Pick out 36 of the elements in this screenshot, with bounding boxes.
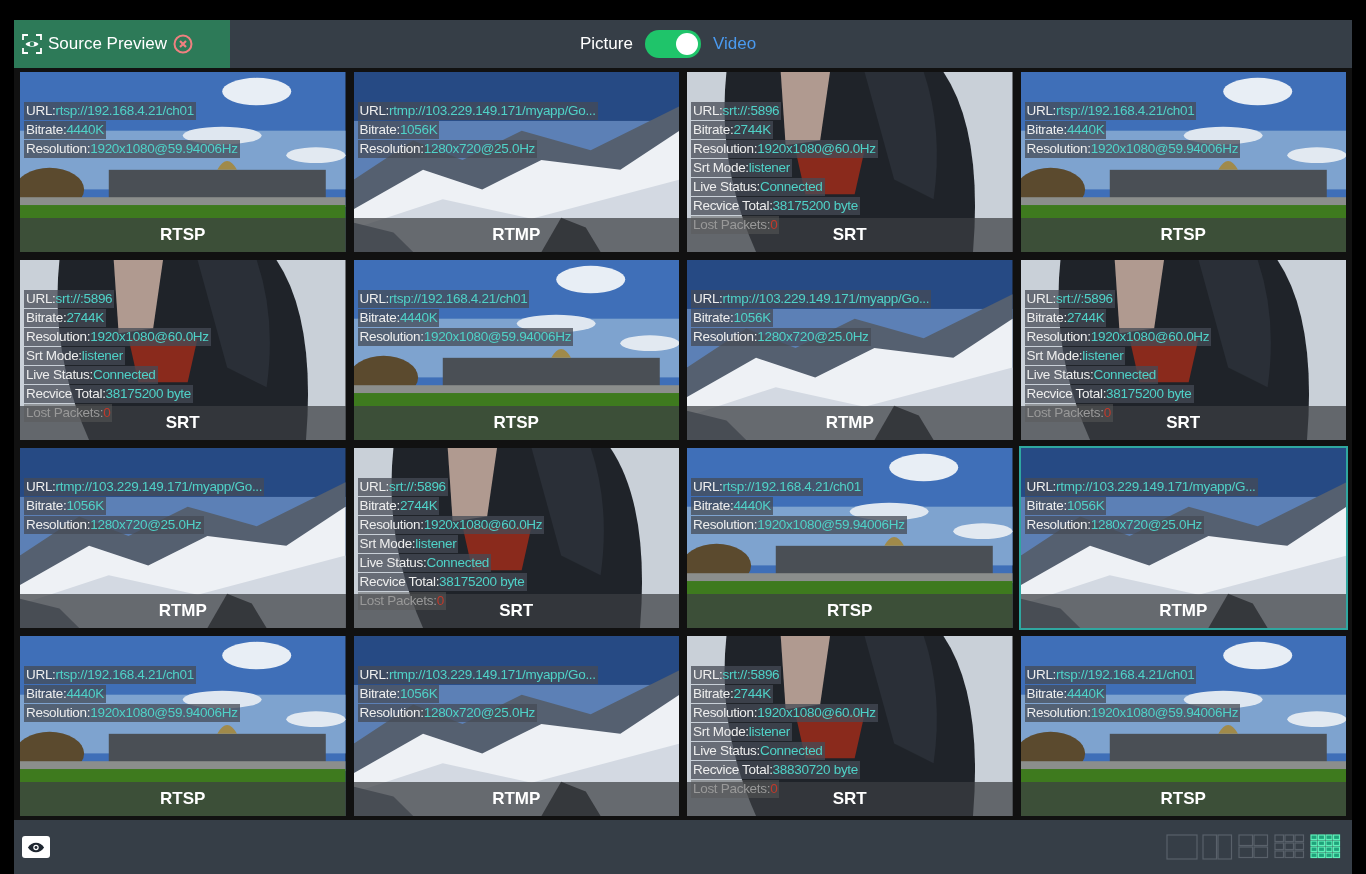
video-tile[interactable]: URL:rtsp://192.168.4.21/ch01 Bitrate:4440K Resolution:1920x1080@59.94006Hz RTSP: [1018, 634, 1348, 818]
mode-toggle[interactable]: [644, 30, 701, 58]
video-tile[interactable]: URL:rtmp://103.229.149.171/myapp/Go... Bitrate:1056K Resolution:1280x720@25.0Hz RTMP: [685, 258, 1015, 442]
source-type-label: RTSP: [1020, 782, 1346, 816]
source-type-label: RTMP: [1020, 594, 1346, 628]
source-type-label: RTMP: [687, 406, 1013, 440]
video-tile[interactable]: URL:rtsp://192.168.4.21/ch01 Bitrate:4440K Resolution:1920x1080@59.94006Hz RTSP: [685, 446, 1015, 630]
source-type-label: RTSP: [20, 218, 346, 252]
video-tile[interactable]: URL:rtmp://103.229.149.171/myapp/Go... Bitrate:1056K Resolution:1280x720@25.0Hz RTMP: [351, 634, 681, 818]
video-tile[interactable]: URL:srt://:5896 Bitrate:2744K Resolution:1920x1080@60.0Hz Srt Mode:listener Live Status:Connected Recvice Total:38175200 byte Lost Packets:0 SRT: [685, 70, 1015, 254]
video-tile[interactable]: URL:srt://:5896 Bitrate:2744K Resolution:1920x1080@60.0Hz Srt Mode:listener Live Status:Connected Recvice Total:38175200 byte Lost Packets:0 SRT: [351, 446, 681, 630]
picture-label: Picture: [580, 34, 633, 54]
source-type-label: RTSP: [353, 406, 679, 440]
video-tile[interactable]: URL:srt://:5896 Bitrate:2744K Resolution:1920x1080@60.0Hz Srt Mode:listener Live Status:Connected Recvice Total:38830720 byte Lost Packets:0 SRT: [685, 634, 1015, 818]
video-tile[interactable]: URL:rtsp://192.168.4.21/ch01 Bitrate:4440K Resolution:1920x1080@59.94006Hz RTSP: [18, 70, 348, 254]
close-button[interactable]: [173, 34, 194, 54]
video-tile[interactable]: URL:srt://:5896 Bitrate:2744K Resolution:1920x1080@60.0Hz Srt Mode:listener Live Status:Connected Recvice Total:38175200 byte Lost Packets:0 SRT: [18, 258, 348, 442]
video-tile[interactable]: URL:rtsp://192.168.4.21/ch01 Bitrate:4440K Resolution:1920x1080@59.94006Hz RTSP: [18, 634, 348, 818]
video-tile[interactable]: URL:srt://:5896 Bitrate:2744K Resolution:1920x1080@60.0Hz Srt Mode:listener Live Status:Connected Recvice Total:38175200 byte Lost Packets:0 SRT: [1018, 258, 1348, 442]
panel-title: Source Preview: [48, 34, 168, 54]
source-type-label: RTMP: [353, 218, 679, 252]
video-label: Video: [712, 34, 757, 54]
video-tile[interactable]: URL:rtmp://103.229.149.171/myapp/Go... Bitrate:1056K Resolution:1280x720@25.0Hz RTMP: [351, 70, 681, 254]
source-type-label: RTMP: [353, 782, 679, 816]
source-type-label: RTMP: [20, 594, 346, 628]
preview-button[interactable]: [22, 836, 50, 858]
video-tile[interactable]: URL:rtsp://192.168.4.21/ch01 Bitrate:4440K Resolution:1920x1080@59.94006Hz RTSP: [1018, 70, 1348, 254]
source-type-label: RTSP: [20, 782, 346, 816]
video-tile[interactable]: URL:rtmp://103.229.149.171/myapp/Go... Bitrate:1056K Resolution:1280x720@25.0Hz RTMP: [18, 446, 348, 630]
source-type-label: RTSP: [1020, 218, 1346, 252]
source-type-label: RTSP: [687, 594, 1013, 628]
video-tile[interactable]: URL:rtmp://103.229.149.171/myapp/G... Bitrate:1056K Resolution:1280x720@25.0Hz RTMP: [1018, 446, 1348, 630]
video-tile[interactable]: URL:rtsp://192.168.4.21/ch01 Bitrate:4440K Resolution:1920x1080@59.94006Hz RTSP: [351, 258, 681, 442]
layout-icon[interactable]: [1310, 834, 1342, 860]
eye-icon: [27, 840, 45, 854]
preview-icon: [22, 34, 42, 54]
